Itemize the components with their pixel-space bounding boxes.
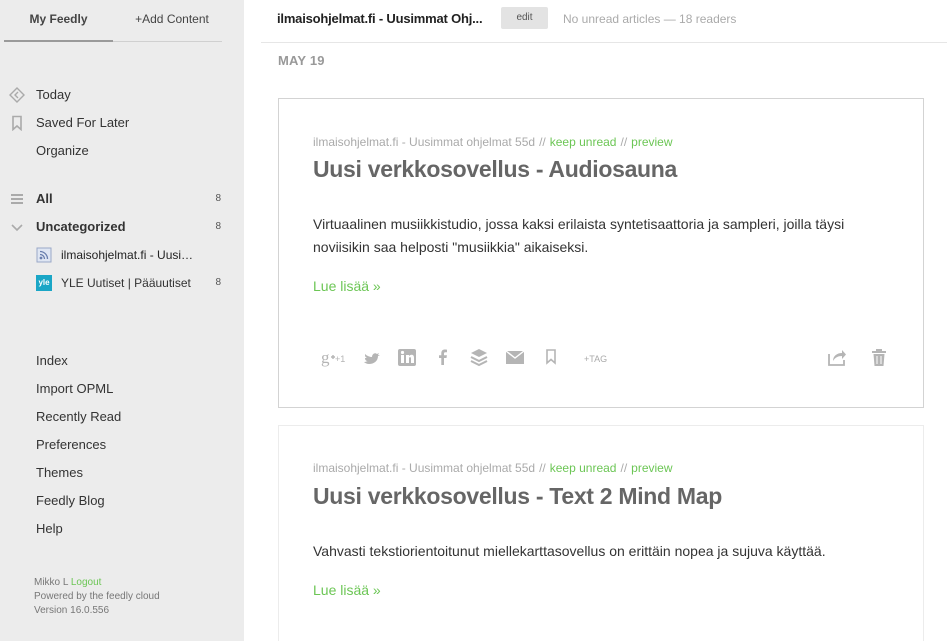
- sidebar-feed-ilmaisohjelmat[interactable]: ilmaisohjelmat.fi - Uusimmat ohjelmat: [0, 243, 244, 267]
- sidebar-item-uncategorized[interactable]: Uncategorized 8: [0, 215, 244, 239]
- sidebar-item-all[interactable]: All 8: [0, 187, 244, 211]
- sidebar-link-index[interactable]: Index: [36, 353, 68, 368]
- article-title[interactable]: Uusi verkkosovellus - Text 2 Mind Map: [313, 483, 722, 510]
- read-more-link[interactable]: Lue lisää »: [313, 278, 381, 294]
- unread-count: 8: [215, 221, 221, 232]
- article-title[interactable]: Uusi verkkosovellus - Audiosauna: [313, 156, 677, 183]
- feed-meta: No unread articles — 18 readers: [563, 12, 737, 26]
- linkedin-share-icon[interactable]: [397, 347, 417, 367]
- unread-count: 8: [215, 277, 221, 288]
- article-summary: Vahvasti tekstiorientoitunut miellekartt…: [313, 543, 826, 559]
- twitter-share-icon[interactable]: [363, 347, 381, 367]
- preview-link[interactable]: preview: [631, 461, 672, 475]
- sidebar-link-feedly-blog[interactable]: Feedly Blog: [36, 493, 105, 508]
- sidebar-link-help[interactable]: Help: [36, 521, 63, 536]
- keep-unread-link[interactable]: keep unread: [550, 461, 617, 475]
- sidebar-item-label: Saved For Later: [36, 115, 130, 130]
- tab-my-feedly[interactable]: My Feedly: [4, 0, 113, 42]
- chevron-down-icon[interactable]: [9, 219, 25, 235]
- google-plus-one-label: +1: [335, 354, 346, 364]
- sidebar-link-recently-read[interactable]: Recently Read: [36, 409, 121, 424]
- article-source[interactable]: ilmaisohjelmat.fi - Uusimmat ohjelmat 55…: [313, 461, 535, 475]
- sidebar-tabs: My Feedly +Add Content: [4, 0, 222, 42]
- sidebar-feed-yle-uutiset[interactable]: yle YLE Uutiset | Pääuutiset 8: [0, 271, 244, 295]
- facebook-share-icon[interactable]: [437, 347, 449, 367]
- yle-logo-text: yle: [38, 278, 50, 287]
- powered-by: Powered by the feedly cloud: [34, 591, 160, 602]
- sidebar-feed-label: YLE Uutiset | Pääuutiset: [61, 276, 191, 290]
- sidebar-link-import-opml[interactable]: Import OPML: [36, 381, 113, 396]
- sidebar-feed-label: ilmaisohjelmat.fi - Uusimmat ohjelmat: [61, 248, 201, 262]
- save-for-later-icon[interactable]: [545, 347, 557, 367]
- article-summary: Virtuaalinen musiikkistudio, jossa kaksi…: [313, 216, 845, 255]
- add-tag-button[interactable]: +TAG: [584, 354, 607, 364]
- sidebar-item-label: Today: [36, 87, 71, 102]
- bookmark-icon: [9, 115, 25, 132]
- sidebar-item-label: Organize: [36, 143, 89, 158]
- unread-count: 8: [215, 193, 221, 204]
- sidebar-item-label: All: [36, 191, 53, 206]
- email-share-icon[interactable]: [505, 347, 525, 367]
- tab-add-content[interactable]: +Add Content: [117, 0, 227, 42]
- article-source-line: ilmaisohjelmat.fi - Uusimmat ohjelmat 55…: [313, 135, 673, 149]
- sidebar-item-label: Uncategorized: [36, 219, 126, 234]
- svg-text:g: g: [321, 348, 330, 367]
- rss-feed-icon: [36, 247, 52, 263]
- date-label: MAY 19: [278, 53, 325, 68]
- article-card[interactable]: ilmaisohjelmat.fi - Uusimmat ohjelmat 55…: [278, 98, 924, 408]
- header-divider: [261, 42, 947, 43]
- sidebar-item-today[interactable]: Today: [0, 83, 244, 107]
- version-label: Version 16.0.556: [34, 605, 110, 616]
- today-icon: [9, 87, 25, 103]
- buffer-share-icon[interactable]: [469, 347, 489, 367]
- logout-link[interactable]: Logout: [71, 577, 102, 588]
- preview-link[interactable]: preview: [631, 135, 672, 149]
- keep-unread-link[interactable]: keep unread: [550, 135, 617, 149]
- page-title: ilmaisohjelmat.fi - Uusimmat Ohj...: [277, 11, 483, 26]
- yle-logo-icon: yle: [36, 275, 52, 291]
- share-icon[interactable]: [827, 347, 847, 367]
- sidebar-item-organize[interactable]: Organize: [0, 139, 244, 163]
- sidebar-item-saved-for-later[interactable]: Saved For Later: [0, 111, 244, 135]
- sidebar-link-preferences[interactable]: Preferences: [36, 437, 106, 452]
- list-icon: [9, 191, 25, 207]
- article-source[interactable]: ilmaisohjelmat.fi - Uusimmat ohjelmat 55…: [313, 135, 535, 149]
- article-card[interactable]: ilmaisohjelmat.fi - Uusimmat ohjelmat 55…: [278, 425, 924, 641]
- sidebar-link-themes[interactable]: Themes: [36, 465, 83, 480]
- read-more-link[interactable]: Lue lisää »: [313, 582, 381, 598]
- trash-icon[interactable]: [871, 347, 887, 367]
- sidebar: My Feedly +Add Content Today Saved For L…: [0, 0, 244, 641]
- edit-button[interactable]: edit: [501, 7, 548, 29]
- sidebar-footer: Mikko L Logout Powered by the feedly clo…: [34, 576, 160, 618]
- article-source-line: ilmaisohjelmat.fi - Uusimmat ohjelmat 55…: [313, 461, 673, 475]
- user-name: Mikko L: [34, 577, 69, 588]
